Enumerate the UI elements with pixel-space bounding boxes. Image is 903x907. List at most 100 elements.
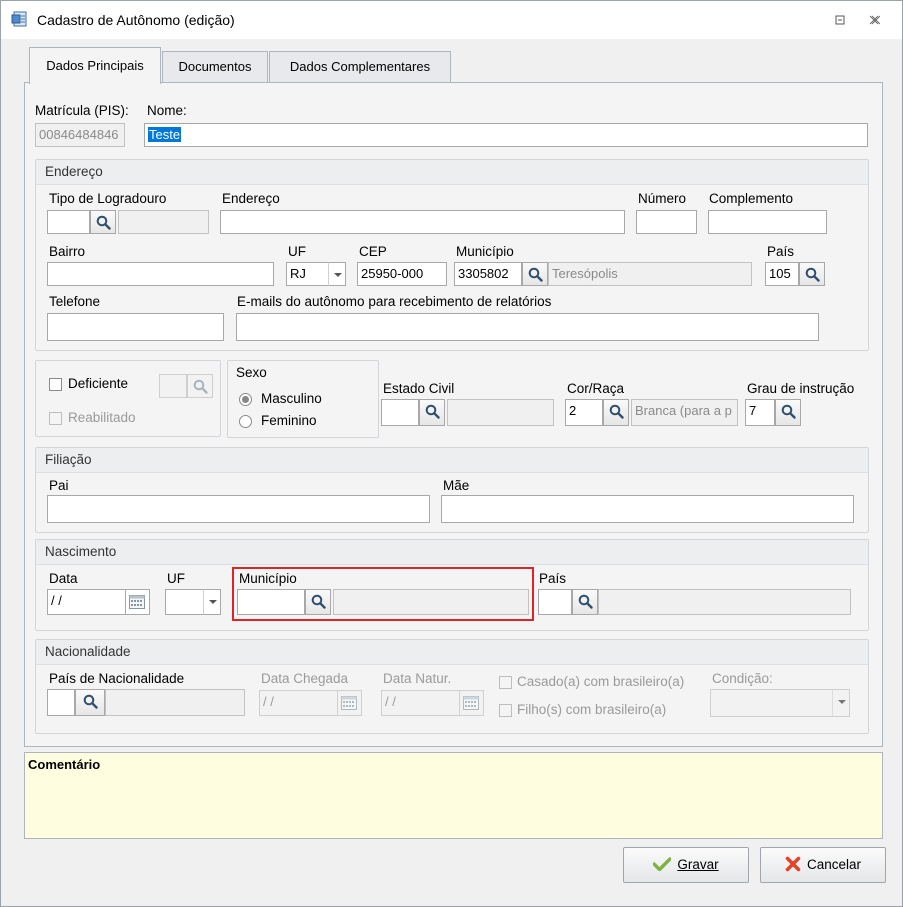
sexo-masculino-label: Masculino: [261, 391, 322, 406]
telefone-input[interactable]: [47, 313, 224, 341]
estado-civil-desc: [447, 399, 554, 426]
tipo-logradouro-search-button[interactable]: [90, 210, 116, 234]
grau-instrucao-search-button[interactable]: [775, 399, 801, 426]
nascimento-data-label: Data: [49, 571, 78, 586]
mae-label: Mãe: [443, 478, 470, 493]
dialog-window: Cadastro de Autônomo (edição) Dados Prin…: [0, 0, 903, 907]
nome-field[interactable]: Teste: [144, 123, 868, 147]
numero-label: Número: [638, 191, 687, 206]
complemento-input[interactable]: [708, 210, 827, 234]
nascimento-pais-name: [598, 589, 851, 615]
condicao-select[interactable]: [710, 689, 832, 717]
cancel-x-icon: [785, 856, 801, 872]
deficiente-checkbox[interactable]: [49, 378, 62, 391]
pais-nacionalidade-desc: [105, 689, 245, 716]
deficiente-type-input[interactable]: [159, 374, 187, 398]
tipo-logradouro-input[interactable]: [47, 210, 90, 234]
nascimento-data-input[interactable]: / /: [47, 589, 126, 615]
nascimento-uf-dropdown-arrow[interactable]: [203, 589, 221, 615]
endereco-label: Endereço: [222, 191, 280, 206]
nascimento-pais-search-button[interactable]: [572, 589, 598, 615]
nascimento-calendar-button[interactable]: [126, 589, 150, 615]
reabilitado-checkbox[interactable]: [49, 412, 62, 425]
title-bar[interactable]: Cadastro de Autônomo (edição): [1, 1, 902, 39]
cor-raca-label: Cor/Raça: [567, 381, 625, 396]
pais-search-button[interactable]: [799, 262, 825, 286]
cep-input[interactable]: 25950-000: [357, 262, 447, 286]
data-chegada-input[interactable]: / /: [259, 690, 338, 716]
matricula-label: Matrícula (PIS):: [35, 103, 129, 118]
municipio-highlight-box: [232, 567, 534, 621]
cor-raca-input[interactable]: 2: [565, 399, 603, 426]
mae-input[interactable]: [441, 495, 854, 523]
nome-selected-text: Teste: [148, 127, 182, 142]
data-chegada-calendar-button[interactable]: [338, 690, 362, 716]
checkmark-icon: [652, 857, 673, 872]
emails-label: E-mails do autônomo para recebimento de …: [237, 294, 552, 309]
nacionalidade-group-title: Nacionalidade: [45, 644, 131, 659]
estado-civil-search-button[interactable]: [419, 399, 445, 426]
nascimento-uf-select[interactable]: [165, 589, 203, 615]
pais-nacionalidade-input[interactable]: [47, 689, 75, 716]
search-icon: [578, 594, 593, 609]
pais-nacionalidade-label: País de Nacionalidade: [49, 671, 185, 686]
data-natur-calendar-button[interactable]: [460, 690, 484, 716]
filhos-label: Filho(s) com brasileiro(a): [517, 702, 667, 717]
cor-raca-desc: Branca (para a p: [631, 399, 738, 426]
municipio-name: Teresópolis: [548, 262, 752, 286]
matricula-field[interactable]: 00846484846: [35, 123, 125, 147]
grau-instrucao-input[interactable]: 7: [745, 399, 775, 426]
data-natur-label: Data Natur.: [383, 671, 452, 686]
cancelar-button[interactable]: Cancelar: [760, 847, 886, 883]
nascimento-pais-input[interactable]: [538, 589, 572, 615]
restore-icon[interactable]: [829, 9, 851, 31]
gravar-label: Gravar: [677, 857, 719, 872]
calendar-icon: [341, 696, 357, 710]
emails-input[interactable]: [236, 313, 819, 341]
calendar-icon: [129, 595, 145, 609]
deficiente-group: [35, 360, 221, 437]
pais-input[interactable]: 105: [765, 262, 799, 286]
bairro-input[interactable]: [47, 262, 274, 286]
deficiente-search-button[interactable]: [187, 374, 213, 398]
pai-input[interactable]: [47, 495, 430, 523]
sexo-feminino-label: Feminino: [261, 413, 317, 428]
search-icon: [425, 404, 440, 419]
data-natur-input[interactable]: / /: [381, 690, 460, 716]
casado-checkbox[interactable]: [499, 676, 512, 689]
telefone-label: Telefone: [49, 294, 101, 309]
search-icon: [781, 404, 796, 419]
search-icon: [96, 215, 111, 230]
tab-dados-complementares[interactable]: Dados Complementares: [269, 51, 451, 82]
estado-civil-label: Estado Civil: [383, 381, 455, 396]
tipo-logradouro-label: Tipo de Logradouro: [49, 191, 167, 206]
gravar-button[interactable]: Gravar: [623, 847, 749, 883]
sexo-masculino-radio[interactable]: [239, 393, 252, 406]
uf-dropdown-arrow[interactable]: [328, 262, 346, 286]
tab-dados-principais[interactable]: Dados Principais: [29, 47, 161, 84]
calendar-icon: [463, 696, 479, 710]
tab-documentos[interactable]: Documentos: [162, 51, 268, 82]
municipio-label: Município: [456, 244, 514, 259]
estado-civil-input[interactable]: [381, 399, 419, 426]
municipio-code-input[interactable]: 3305802: [454, 262, 522, 286]
nascimento-group-title: Nascimento: [45, 544, 117, 559]
close-icon[interactable]: [863, 9, 885, 31]
pais-nacionalidade-search-button[interactable]: [75, 689, 105, 716]
condicao-dropdown-arrow[interactable]: [832, 689, 850, 717]
sexo-feminino-radio[interactable]: [239, 415, 252, 428]
numero-input[interactable]: [636, 210, 697, 234]
comentario-area[interactable]: Comentário: [24, 752, 883, 839]
municipio-search-button[interactable]: [522, 262, 548, 286]
nascimento-uf-label: UF: [167, 571, 185, 586]
comentario-label: Comentário: [28, 757, 101, 772]
endereco-input[interactable]: [220, 210, 625, 234]
filhos-checkbox[interactable]: [499, 704, 512, 717]
cor-raca-search-button[interactable]: [603, 399, 629, 426]
form-icon: [11, 11, 27, 27]
search-icon: [805, 267, 820, 282]
nascimento-pais-label: País: [539, 571, 567, 586]
uf-select[interactable]: RJ: [286, 262, 328, 286]
uf-label: UF: [288, 244, 306, 259]
grau-instrucao-label: Grau de instrução: [747, 381, 855, 396]
